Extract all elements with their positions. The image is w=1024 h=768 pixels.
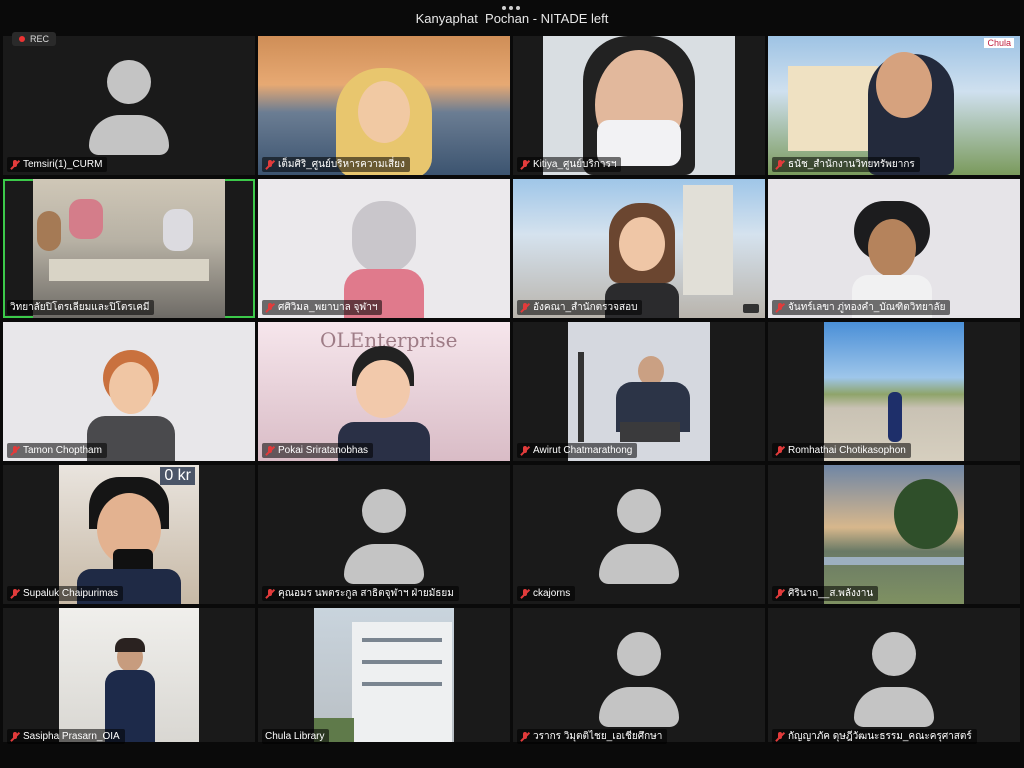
mic-muted-icon — [520, 588, 530, 599]
participant-tile[interactable]: Kitiya_ศูนย์บริการฯ — [513, 36, 765, 175]
participant-name: วิทยาลัยปิโตรเลียมและปิโตรเคมี — [7, 300, 155, 315]
participant-tile[interactable]: คุณอมร นพตระกูล สาธิตจุฬาฯ ฝ่ายมัธยม — [258, 465, 510, 604]
video-feed: Chula — [768, 36, 1020, 175]
participant-name: Temsiri(1)_CURM — [7, 157, 108, 172]
mic-muted-icon — [10, 731, 20, 742]
video-feed: OLEnterprise — [258, 322, 510, 461]
mic-muted-icon — [520, 445, 530, 456]
mic-muted-icon — [265, 588, 275, 599]
mic-muted-icon — [775, 159, 785, 170]
participant-name: Romhathai Chotikasophon — [772, 443, 911, 458]
logo-badge: Chula — [984, 38, 1014, 48]
participant-name: จันทร์เลขา ภู่ทองคำ_บัณฑิตวิทยาลัย — [772, 300, 951, 315]
mic-muted-icon — [10, 588, 20, 599]
participant-name: Supaluk Chaipurimas — [7, 586, 124, 601]
avatar-body-icon — [89, 115, 169, 156]
avatar-body-icon — [599, 687, 679, 728]
participant-name: Kitiya_ศูนย์บริการฯ — [517, 157, 622, 172]
mic-muted-icon — [520, 731, 530, 742]
participant-tile[interactable]: ckajorns — [513, 465, 765, 604]
mic-muted-icon — [265, 445, 275, 456]
avatar-head-icon — [872, 631, 916, 676]
participant-name: ckajorns — [517, 586, 576, 601]
participant-tile[interactable]: Sasipha Prasarn_OIA — [3, 608, 255, 747]
participant-tile[interactable]: Tamon Choptham — [3, 322, 255, 461]
camera-icon — [743, 304, 759, 313]
participant-name: คุณอมร นพตระกูล สาธิตจุฬาฯ ฝ่ายมัธยม — [262, 586, 459, 601]
video-feed — [824, 465, 964, 604]
video-gallery: Temsiri(1)_CURM เต็มศิริ_ศูนย์บริหารความ… — [3, 36, 1021, 747]
video-feed: 0 kr — [59, 465, 199, 604]
video-feed — [768, 179, 1020, 318]
participant-tile[interactable]: 0 kr Supaluk Chaipurimas — [3, 465, 255, 604]
bottom-bar — [0, 742, 1024, 768]
recording-badge: REC — [12, 32, 57, 46]
participant-name: ศศิวิมล_พยาบาล จุฬาฯ — [262, 300, 383, 315]
video-feed — [59, 608, 199, 747]
mic-muted-icon — [265, 302, 275, 313]
video-feed — [314, 608, 454, 747]
participant-name: Sasipha Prasarn_OIA — [7, 729, 125, 744]
participant-name: วรากร วิมุตติไชย_เอเชียศึกษา — [517, 729, 668, 744]
mic-muted-icon — [520, 302, 530, 313]
participant-name: ศิรินาถ__ส.พลังงาน — [772, 586, 879, 601]
video-feed — [824, 322, 964, 461]
participant-name: อังคณา_สำนักตรวจสอบ — [517, 300, 643, 315]
participant-tile[interactable]: Chula ธนัช_สำนักงานวิทยทรัพยากร — [768, 36, 1020, 175]
video-feed — [513, 179, 765, 318]
avatar-head-icon — [362, 488, 406, 533]
mic-muted-icon — [265, 159, 275, 170]
mic-muted-icon — [775, 588, 785, 599]
video-feed — [543, 36, 735, 175]
participant-tile[interactable]: OLEnterprise Pokai Sriratanobhas — [258, 322, 510, 461]
video-feed — [568, 322, 710, 461]
participant-tile[interactable]: ศศิวิมล_พยาบาล จุฬาฯ — [258, 179, 510, 318]
mic-muted-icon — [10, 159, 20, 170]
participant-tile[interactable]: กัญญาภัค ดุษฎีวัฒนะธรรม_คณะครุศาสตร์ — [768, 608, 1020, 747]
participant-tile[interactable]: วรากร วิมุตติไชย_เอเชียศึกษา — [513, 608, 765, 747]
mic-muted-icon — [775, 445, 785, 456]
avatar-head-icon — [617, 631, 661, 676]
avatar-head-icon — [107, 59, 151, 104]
avatar-body-icon — [344, 544, 424, 585]
participant-name: กัญญาภัค ดุษฎีวัฒนะธรรม_คณะครุศาสตร์ — [772, 729, 977, 744]
video-feed — [33, 179, 225, 318]
mic-muted-icon — [520, 159, 530, 170]
mic-muted-icon — [10, 445, 20, 456]
participant-tile[interactable]: ศิรินาถ__ส.พลังงาน — [768, 465, 1020, 604]
title-bar: Kanyaphat Pochan - NITADE left — [0, 0, 1024, 36]
participant-name: เต็มศิริ_ศูนย์บริหารความเสี่ยง — [262, 157, 410, 172]
video-feed — [3, 322, 255, 461]
more-options-icon[interactable] — [502, 6, 520, 10]
participant-tile[interactable]: Chula Library — [258, 608, 510, 747]
video-feed — [258, 36, 510, 175]
video-feed — [258, 179, 510, 318]
participant-tile[interactable]: Awirut Chatmarathong — [513, 322, 765, 461]
sign-text: 0 kr — [160, 467, 195, 485]
participant-name: Tamon Choptham — [7, 443, 107, 458]
participant-tile[interactable]: Romhathai Chotikasophon — [768, 322, 1020, 461]
participant-name: ธนัช_สำนักงานวิทยทรัพยากร — [772, 157, 920, 172]
mic-muted-icon — [775, 302, 785, 313]
participant-name: Awirut Chatmarathong — [517, 443, 638, 458]
participant-tile[interactable]: วิทยาลัยปิโตรเลียมและปิโตรเคมี — [3, 179, 255, 318]
participant-tile[interactable]: จันทร์เลขา ภู่ทองคำ_บัณฑิตวิทยาลัย — [768, 179, 1020, 318]
participant-tile[interactable]: Temsiri(1)_CURM — [3, 36, 255, 175]
mic-muted-icon — [775, 731, 785, 742]
avatar-head-icon — [617, 488, 661, 533]
participant-tile[interactable]: เต็มศิริ_ศูนย์บริหารความเสี่ยง — [258, 36, 510, 175]
participant-name: Pokai Sriratanobhas — [262, 443, 374, 458]
window-title: Kanyaphat Pochan - NITADE left — [415, 11, 609, 26]
avatar-body-icon — [854, 687, 934, 728]
participant-tile[interactable]: อังคณา_สำนักตรวจสอบ — [513, 179, 765, 318]
avatar-body-icon — [599, 544, 679, 585]
participant-name: Chula Library — [262, 729, 330, 744]
